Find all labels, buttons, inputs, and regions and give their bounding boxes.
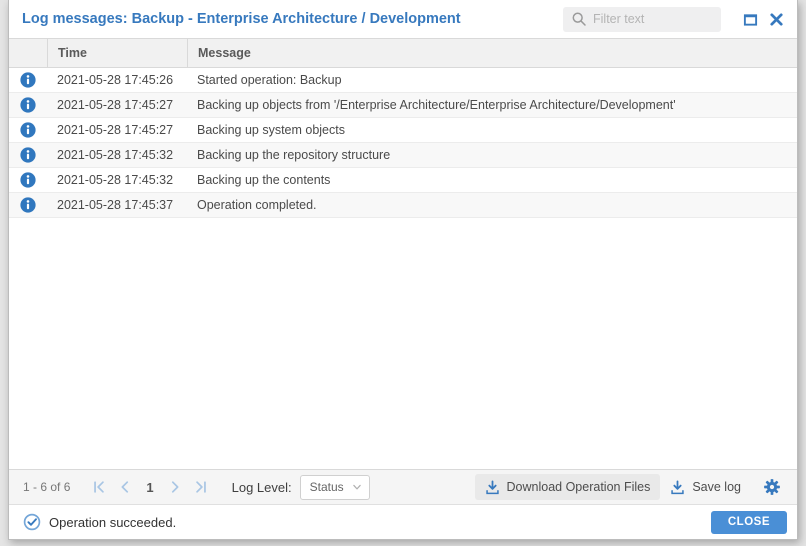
gear-icon [764, 479, 780, 495]
download-operation-files-button[interactable]: Download Operation Files [474, 474, 661, 500]
table-row[interactable]: 2021-05-28 17:45:26 Started operation: B… [9, 68, 797, 93]
info-icon [9, 72, 47, 88]
current-page: 1 [146, 479, 154, 495]
info-icon [9, 122, 47, 138]
prev-page-button[interactable] [113, 475, 137, 499]
filter-box [563, 6, 721, 32]
download-icon [671, 480, 685, 494]
pagination-range: 1 - 6 of 6 [23, 480, 71, 494]
log-message: Backing up the contents [197, 173, 331, 187]
table-row[interactable]: 2021-05-28 17:45:32 Backing up the conte… [9, 168, 797, 193]
table-row[interactable]: 2021-05-28 17:45:37 Operation completed. [9, 193, 797, 218]
table-header: Time Message [9, 38, 797, 68]
log-time: 2021-05-28 17:45:37 [57, 198, 174, 212]
maximize-icon [743, 13, 757, 26]
log-time: 2021-05-28 17:45:32 [57, 173, 174, 187]
log-message: Backing up system objects [197, 123, 345, 137]
chevron-down-icon [352, 484, 361, 490]
dialog-titlebar: Log messages: Backup - Enterprise Archit… [9, 0, 797, 38]
save-log-button[interactable]: Save log [660, 474, 751, 500]
log-table: 2021-05-28 17:45:26 Started operation: B… [9, 68, 797, 469]
info-icon [9, 172, 47, 188]
close-dialog-button[interactable] [765, 8, 787, 30]
last-page-button[interactable] [189, 475, 213, 499]
table-row[interactable]: 2021-05-28 17:45:27 Backing up objects f… [9, 93, 797, 118]
log-level-label: Log Level: [231, 479, 292, 495]
first-page-icon [94, 481, 105, 493]
last-page-icon [195, 481, 206, 493]
chevron-left-icon [121, 481, 129, 493]
save-log-button-label: Save log [692, 480, 741, 494]
log-time: 2021-05-28 17:45:32 [57, 148, 174, 162]
log-time: 2021-05-28 17:45:26 [57, 73, 174, 87]
column-message[interactable]: Message [187, 39, 797, 67]
log-messages-dialog: Log messages: Backup - Enterprise Archit… [8, 0, 798, 540]
download-icon [485, 480, 499, 494]
status-message: Operation succeeded. [49, 514, 177, 530]
footer-toolbar: 1 - 6 of 6 1 Log Level: Status Download … [9, 469, 797, 504]
first-page-button[interactable] [87, 475, 111, 499]
table-row[interactable]: 2021-05-28 17:45:27 Backing up system ob… [9, 118, 797, 143]
info-icon [9, 97, 47, 113]
maximize-button[interactable] [739, 8, 761, 30]
log-message: Operation completed. [197, 198, 317, 212]
log-level-select[interactable]: Status [299, 474, 370, 500]
status-bar: Operation succeeded. CLOSE [9, 504, 797, 539]
log-message: Backing up objects from '/Enterprise Arc… [197, 98, 676, 112]
log-time: 2021-05-28 17:45:27 [57, 98, 174, 112]
column-icon [9, 39, 47, 67]
log-message: Backing up the repository structure [197, 148, 391, 162]
table-row[interactable]: 2021-05-28 17:45:32 Backing up the repos… [9, 143, 797, 168]
info-icon [9, 147, 47, 163]
log-time: 2021-05-28 17:45:27 [57, 123, 174, 137]
next-page-button[interactable] [163, 475, 187, 499]
column-time[interactable]: Time [47, 39, 187, 67]
close-button[interactable]: CLOSE [710, 510, 787, 534]
log-message: Started operation: Backup [197, 73, 342, 87]
close-icon [769, 12, 783, 26]
settings-button[interactable] [759, 474, 785, 500]
log-level-value: Status [309, 480, 344, 494]
dialog-title: Log messages: Backup - Enterprise Archit… [22, 11, 461, 27]
chevron-right-icon [171, 481, 179, 493]
check-circle-icon [23, 513, 41, 531]
search-icon [572, 12, 586, 26]
info-icon [9, 197, 47, 213]
download-button-label: Download Operation Files [506, 480, 651, 494]
